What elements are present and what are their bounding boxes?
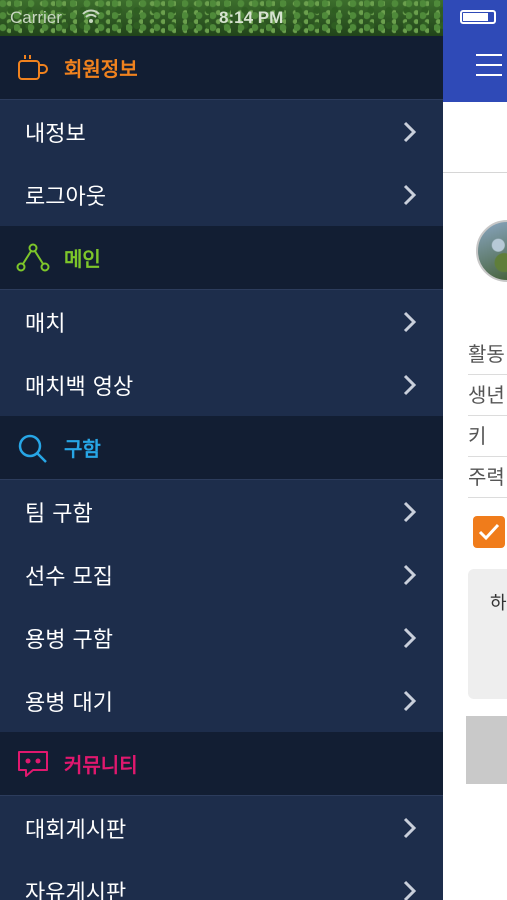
coffee-cup-icon xyxy=(16,51,50,85)
menu-item-team-seek[interactable]: 팀 구함 xyxy=(0,480,443,543)
carrier-label: Carrier xyxy=(10,8,62,27)
status-time: 8:14 PM xyxy=(219,8,284,27)
menu-item-label: 용병 구함 xyxy=(25,627,113,653)
agree-checkbox[interactable] xyxy=(473,516,505,548)
info-box: 하 xyxy=(468,569,507,699)
menu-item-merc-wait[interactable]: 용병 대기 xyxy=(0,669,443,732)
menu-item-player-recruit[interactable]: 선수 모집 xyxy=(0,543,443,606)
chevron-right-icon xyxy=(403,627,417,648)
chevron-right-icon xyxy=(403,121,417,142)
menu-item-label: 자유게시판 xyxy=(25,880,127,900)
search-icon xyxy=(16,431,50,465)
info-row-activity: 활동 xyxy=(468,334,507,375)
status-bar: Carrier 8:14 PM xyxy=(0,0,507,36)
side-drawer: 회원정보 내정보 로그아웃 메인 매치 매치백 영상 구함 팀 구함 선수 모집… xyxy=(0,36,443,900)
chevron-right-icon xyxy=(403,880,417,900)
section-header-main: 메인 xyxy=(0,226,443,290)
menu-item-label: 내정보 xyxy=(25,121,86,147)
menu-item-logout[interactable]: 로그아웃 xyxy=(0,163,443,226)
menu-item-label: 매치 xyxy=(25,311,66,337)
chevron-right-icon xyxy=(403,311,417,332)
menu-item-label: 대회게시판 xyxy=(25,817,127,843)
chevron-right-icon xyxy=(403,817,417,838)
info-box-text: 하 xyxy=(490,593,507,614)
menu-item-label: 매치백 영상 xyxy=(25,374,134,400)
menu-item-tournament-board[interactable]: 대회게시판 xyxy=(0,796,443,859)
section-title: 메인 xyxy=(64,247,101,271)
section-title: 커뮤니티 xyxy=(64,753,138,777)
section-title: 구함 xyxy=(64,437,101,461)
network-nodes-icon xyxy=(16,241,50,275)
menu-item-merc-seek[interactable]: 용병 구함 xyxy=(0,606,443,669)
chevron-right-icon xyxy=(403,690,417,711)
checkmark-icon xyxy=(478,523,500,541)
hamburger-menu-icon[interactable] xyxy=(476,54,502,76)
menu-item-free-board[interactable]: 자유게시판 xyxy=(0,859,443,900)
info-row-birth: 생년 xyxy=(468,375,507,416)
battery-icon xyxy=(460,10,496,24)
section-header-member-info: 회원정보 xyxy=(0,36,443,100)
chevron-right-icon xyxy=(403,374,417,395)
chevron-right-icon xyxy=(403,184,417,205)
info-row-main-foot: 주력 xyxy=(468,457,507,498)
info-row-height: 키 xyxy=(468,416,507,457)
section-header-search: 구함 xyxy=(0,416,443,480)
action-button[interactable] xyxy=(466,716,507,784)
menu-item-label: 선수 모집 xyxy=(25,564,113,590)
chat-bubble-icon xyxy=(16,747,50,781)
section-title: 회원정보 xyxy=(64,57,138,81)
main-content: 활동 생년 키 주력 하 xyxy=(443,36,507,900)
nav-bar xyxy=(443,36,507,102)
menu-item-label: 로그아웃 xyxy=(25,184,106,210)
profile-avatar xyxy=(476,220,507,282)
menu-item-label: 팀 구함 xyxy=(25,501,93,527)
menu-item-label: 용병 대기 xyxy=(25,690,113,716)
divider xyxy=(443,172,507,173)
chevron-right-icon xyxy=(403,501,417,522)
section-header-community: 커뮤니티 xyxy=(0,732,443,796)
menu-item-match[interactable]: 매치 xyxy=(0,290,443,353)
wifi-icon xyxy=(82,9,100,23)
chevron-right-icon xyxy=(403,564,417,585)
menu-item-match-video[interactable]: 매치백 영상 xyxy=(0,353,443,416)
menu-item-my-info[interactable]: 내정보 xyxy=(0,100,443,163)
